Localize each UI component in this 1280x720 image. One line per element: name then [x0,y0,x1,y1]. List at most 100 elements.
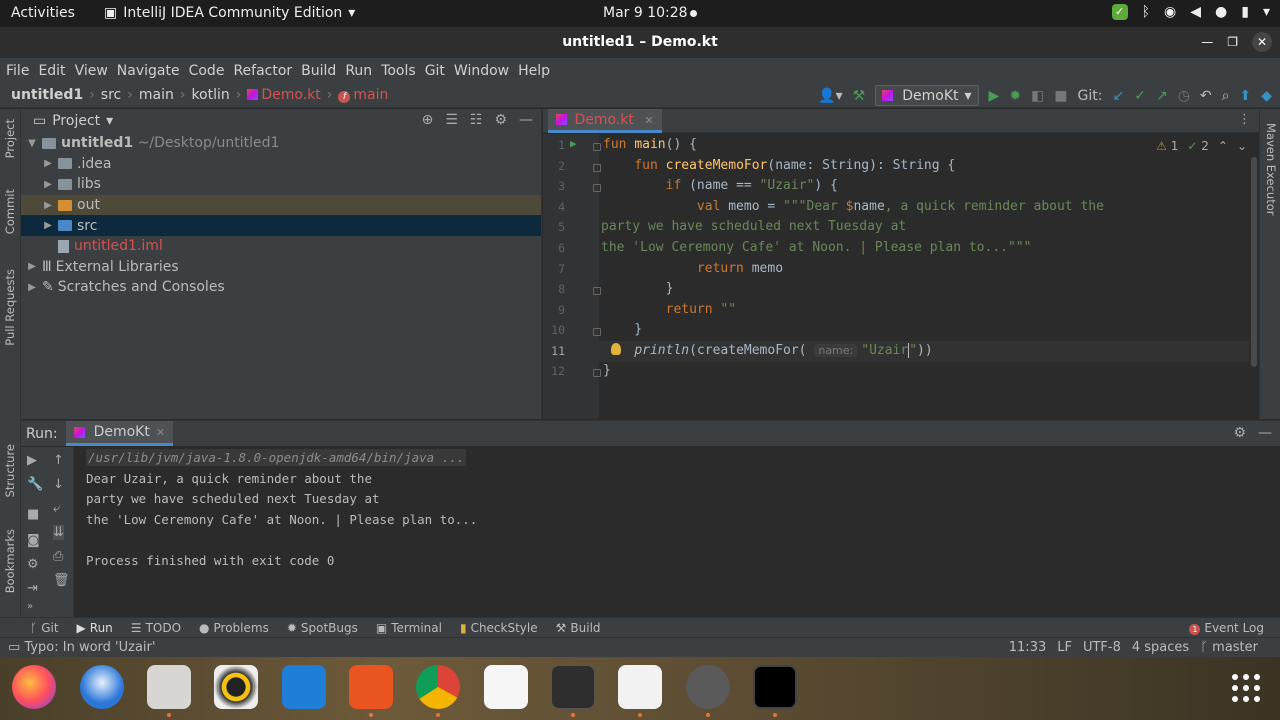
breadcrumb-file[interactable]: Demo.kt [247,87,321,103]
tab-commit[interactable]: Commit [3,189,17,234]
menu-tools[interactable]: Tools [381,63,416,79]
tree-item-out[interactable]: ▶ out [21,194,541,216]
firefox-icon[interactable] [12,665,56,709]
terminal-icon[interactable] [551,665,595,709]
caret-position[interactable]: 11:33 [1009,640,1046,655]
tab-pull-requests[interactable]: Pull Requests [3,269,17,346]
power-menu-icon[interactable]: ▾ [1263,4,1270,20]
chevron-down-icon[interactable]: ▾ [106,113,113,129]
file-encoding[interactable]: UTF-8 [1083,640,1121,655]
typo-count[interactable]: ✓ 2 [1187,139,1209,153]
chevron-right-icon[interactable]: ▶ [41,200,55,211]
tree-item-src[interactable]: ▶ src [21,215,541,236]
line-separator[interactable]: LF [1057,640,1072,655]
git-commit-icon[interactable]: ✓ [1134,88,1146,104]
tool-problems[interactable]: ● Problems [199,621,269,635]
event-log-button[interactable]: 1 Event Log [1189,621,1264,635]
run-icon[interactable]: ▶ [989,88,1000,104]
minimize-icon[interactable]: — [1201,35,1213,49]
arrow-up-icon[interactable]: ↑ [53,453,64,468]
breadcrumb-kotlin[interactable]: kotlin [191,87,229,103]
tab-maven-executor[interactable]: Maven Executor [1264,123,1278,215]
more-icon[interactable]: » [27,601,33,612]
indent-setting[interactable]: 4 spaces [1132,640,1189,655]
tree-item-scratches[interactable]: ▶ ✎ Scratches and Consoles [21,277,541,298]
close-tab-icon[interactable]: ✕ [644,114,653,127]
gear-icon[interactable]: ⚙ [1233,425,1246,441]
tree-item-external-libraries[interactable]: ▶ Ⅲ External Libraries [21,257,541,278]
chevron-right-icon[interactable]: ▶ [25,261,39,272]
editor-tab-demo-kt[interactable]: Demo.kt ✕ [548,109,662,133]
tool-checkstyle[interactable]: ▮ CheckStyle [460,621,538,635]
fold-icon[interactable] [593,164,601,172]
fold-icon[interactable] [593,287,601,295]
bluetooth-icon[interactable]: ᛒ [1142,4,1150,20]
inspection-widget[interactable]: ⚠ 1 ✓ 2 ⌃ ⌄ [1156,139,1247,153]
print-icon[interactable]: ⎙ [53,549,63,564]
tab-project[interactable]: Project [3,119,17,158]
debug-icon[interactable]: ✹ [1009,88,1021,104]
menu-edit[interactable]: Edit [38,63,65,79]
maximize-icon[interactable]: ❐ [1227,35,1238,49]
rhythmbox-icon[interactable] [214,665,258,709]
app-menu[interactable]: ▣ IntelliJ IDEA Community Edition ▾ [104,5,355,21]
scroll-to-end-icon[interactable]: ⇊ [53,525,64,540]
system-tray[interactable]: ✓ ᛒ ◉ ◀ ● ▮ ▾ [1111,4,1270,20]
menu-code[interactable]: Code [189,63,225,79]
menu-help[interactable]: Help [518,63,550,79]
chevron-down-icon[interactable]: ▼ [25,138,39,149]
editor-scrollbar[interactable] [1251,157,1257,367]
fold-icon[interactable] [593,369,601,377]
git-rollback-icon[interactable]: ↶ [1200,88,1212,104]
tool-git[interactable]: ᚴ Git [30,621,59,635]
menu-file[interactable]: File [6,63,29,79]
soft-wrap-icon[interactable]: ⤶ [53,501,60,516]
wrench-icon[interactable]: 🔧 [27,477,43,492]
hide-icon[interactable]: — [519,112,533,128]
git-push-icon[interactable]: ↗ [1156,88,1168,104]
fold-icon[interactable] [593,184,601,192]
volume-icon[interactable]: ◀ [1190,4,1201,20]
stop-icon[interactable]: ■ [1054,88,1067,104]
rerun-icon[interactable]: ▶ [27,453,37,468]
chevron-right-icon[interactable]: ▶ [25,282,39,293]
tool-spotbugs[interactable]: ✹ SpotBugs [287,621,358,635]
locate-icon[interactable]: ⊕ [422,112,434,128]
tool-build[interactable]: ⚒ Build [556,621,601,635]
intellij-icon[interactable] [753,665,797,709]
tree-item-idea[interactable]: ▶ .idea [21,154,541,175]
jetbrains-logo-icon[interactable]: ◆ [1261,88,1272,104]
menu-git[interactable]: Git [425,63,445,79]
tab-structure[interactable]: Structure [3,444,17,498]
fold-icon[interactable] [593,328,601,336]
show-applications-icon[interactable] [1232,674,1260,702]
tree-root[interactable]: ▼ untitled1 ~/Desktop/untitled1 [21,133,541,154]
activities-button[interactable]: Activities [11,5,75,21]
tab-bookmarks[interactable]: Bookmarks [3,529,17,593]
run-gutter-icon[interactable]: ▶ [570,137,577,150]
git-branch[interactable]: ᚴ master [1200,640,1258,655]
chevron-up-icon[interactable]: ⌃ [1218,139,1228,153]
microphone-icon[interactable]: ● [1215,4,1227,20]
git-history-icon[interactable]: ◷ [1178,88,1190,104]
close-icon[interactable]: ✕ [1252,32,1272,52]
wifi-icon[interactable]: ◉ [1164,4,1176,20]
hide-icon[interactable]: — [1258,425,1272,441]
tool-run[interactable]: ▶ Run [77,621,113,635]
clock[interactable]: Mar 9 10:28 [603,5,688,21]
settings-icon[interactable]: ⚙ [27,557,39,572]
menu-run[interactable]: Run [345,63,372,79]
arrow-down-icon[interactable]: ↓ [53,477,64,492]
trash-icon[interactable]: 🗑 [53,573,70,588]
breadcrumb-function[interactable]: f main [338,87,388,103]
text-editor-icon[interactable] [484,665,528,709]
gear-icon[interactable]: ⚙ [494,112,507,128]
chevron-right-icon[interactable]: ▶ [41,220,55,231]
run-tab-demokt[interactable]: DemoKt ✕ [65,421,174,446]
window-title-bar[interactable]: untitled1 – Demo.kt — ❐ ✕ [0,27,1280,58]
libreoffice-writer-icon[interactable] [282,665,326,709]
camera-icon[interactable]: ◙ [27,533,40,548]
status-message[interactable]: ▭ Typo: In word 'Uzair' [8,640,155,655]
menu-navigate[interactable]: Navigate [117,63,180,79]
exit-icon[interactable]: ⇥ [27,581,38,596]
